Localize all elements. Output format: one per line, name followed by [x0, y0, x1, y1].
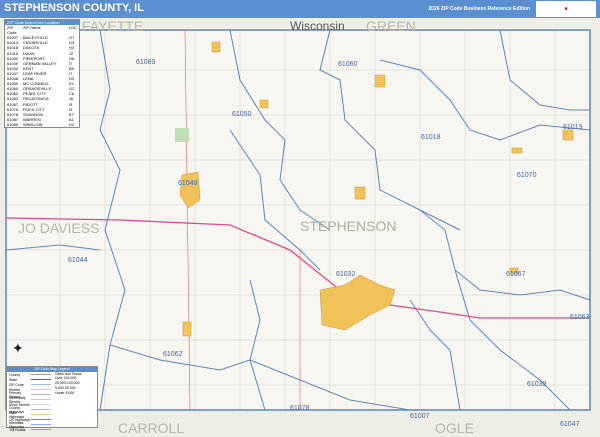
zip-table-cell: D2 [69, 121, 75, 127]
orangeville-town [374, 74, 386, 88]
zip-table-cell: WINSLOW [23, 121, 43, 127]
ridott-town [509, 267, 519, 275]
rock-city-town [511, 147, 523, 154]
compass-rose-icon: ✦ [12, 340, 24, 356]
legend-swatch [31, 418, 51, 421]
cedarville-town [354, 186, 366, 200]
legend-swatch [31, 398, 51, 401]
legend-swatch [31, 383, 51, 386]
legend-swatch [31, 413, 51, 416]
zip-table-header: ZIP Code ZIP Name LOC [7, 25, 77, 36]
zip-table-row: 61089 WINSLOW D2 [5, 122, 79, 127]
legend-swatch [31, 373, 51, 376]
legend-swatch [31, 393, 51, 396]
publisher-logo: ■ [536, 1, 596, 17]
pearl-city-town [182, 321, 192, 337]
legend-city: Under 5,000 [55, 391, 75, 395]
legend-item: Toll Roads [7, 427, 55, 432]
mcconnell-town [259, 99, 269, 109]
legend-swatch [31, 388, 51, 391]
zip-index-table: ZIP Code Index/Grid Location ZIP Code ZIP… [4, 19, 80, 128]
edition-label: 2026 ZIP Code Business Reference Edition [428, 6, 530, 12]
legend-swatch [31, 403, 51, 406]
legend-swatch [31, 428, 51, 431]
legend-item-label: County [9, 372, 21, 377]
map-title: STEPHENSON COUNTY, IL [4, 2, 144, 14]
legend-swatch [31, 378, 51, 381]
legend-swatch [31, 423, 51, 426]
legend-swatch [31, 408, 51, 411]
legend-item-label: ZIP Code [9, 382, 24, 387]
map-frame: STEPHENSON COUNTY, IL 2026 ZIP Code Busi… [0, 0, 600, 437]
header-bar: STEPHENSON COUNTY, IL 2026 ZIP Code Busi… [0, 0, 600, 18]
legend-item-label: State [9, 377, 18, 382]
park [175, 128, 189, 142]
winslow-town [211, 41, 221, 53]
map-legend: ZIP Code Map Legend County State ZIP Code S… [6, 366, 98, 432]
zip-table-cell: 61089 [7, 121, 19, 127]
legend-item-label: Toll Roads [9, 427, 26, 432]
davis-town [562, 129, 574, 141]
